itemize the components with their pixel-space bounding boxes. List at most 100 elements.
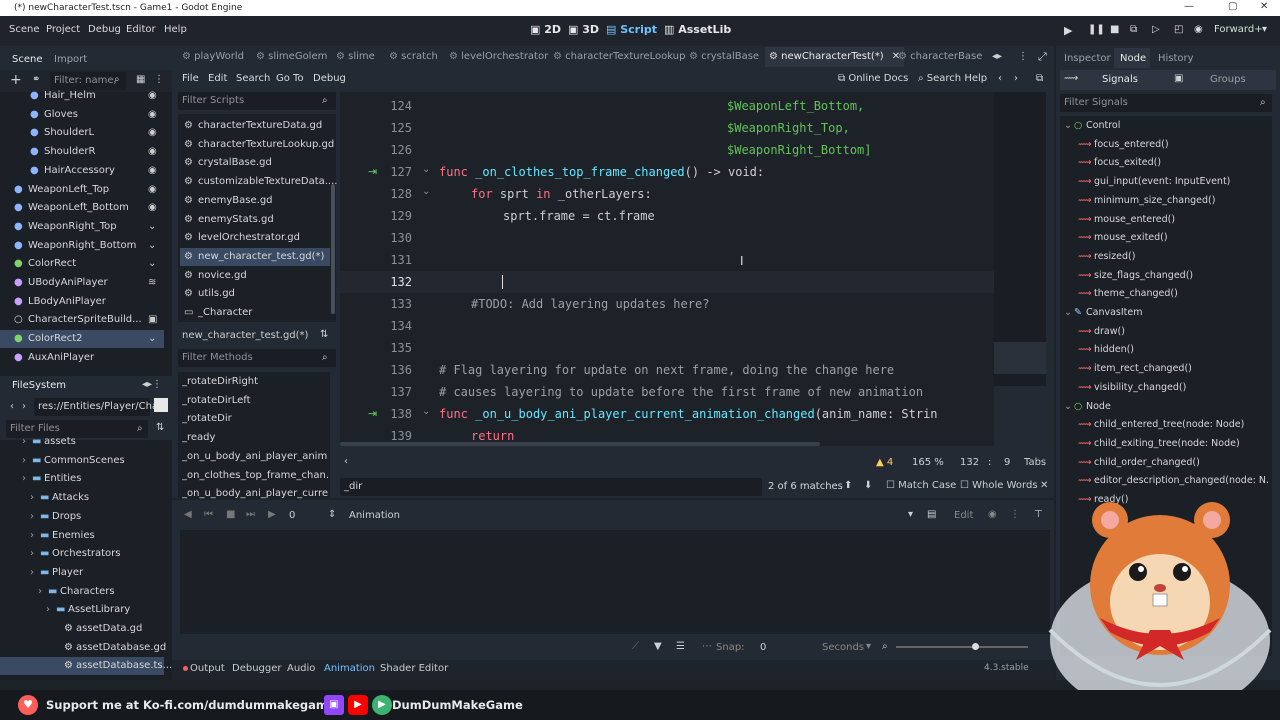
bezier-icon[interactable]: ⟋: [632, 641, 639, 652]
stop-animation-icon[interactable]: ■: [226, 509, 235, 520]
script-tab-characterbase[interactable]: ⚙ characterBase: [898, 47, 982, 67]
script-menu-debug[interactable]: Debug: [313, 73, 346, 84]
snap-icon[interactable]: ⋯: [702, 641, 712, 652]
signal-focus-exited[interactable]: ⟿ focus_exited(): [1062, 154, 1268, 172]
signal-visibility-changed[interactable]: ⟿ visibility_changed(): [1062, 379, 1268, 397]
warning-icon[interactable]: ▲ 4: [876, 457, 893, 468]
signal-minimum-size-changed[interactable]: ⟿ minimum_size_changed(): [1062, 192, 1268, 210]
dock-options-icon[interactable]: ◂▸⋮: [142, 379, 162, 390]
sort-icon[interactable]: ⇅: [156, 422, 164, 433]
tab-output[interactable]: Output: [190, 663, 225, 674]
script-item-customizabletexturedata[interactable]: ⚙ customizableTextureData....: [180, 173, 337, 191]
scene-node-characterspritebuild[interactable]: ○ CharacterSpriteBuild... ▣: [0, 311, 164, 329]
signal-group-control[interactable]: ⌄ ○ Control: [1062, 117, 1268, 135]
mode-assetlib[interactable]: ▥ AssetLib: [664, 23, 731, 36]
method-item[interactable]: _ready: [182, 429, 328, 447]
onion-options-icon[interactable]: ⋮: [1010, 509, 1020, 520]
scene-node-colorrect[interactable]: ● ColorRect ⌄: [0, 255, 164, 273]
animation-list-icon[interactable]: ▤: [927, 509, 936, 520]
find-previous-icon[interactable]: ⬆: [844, 480, 852, 491]
renderer-select[interactable]: Forward+: [1214, 24, 1263, 35]
signal-resized[interactable]: ⟿ resized(): [1062, 248, 1268, 266]
signal-editor-description-changed-node-n[interactable]: ⟿ editor_description_changed(node: N...: [1062, 472, 1268, 490]
play-icon[interactable]: ▶: [1064, 24, 1072, 37]
zoom-slider-handle[interactable]: [972, 643, 979, 650]
chevron-down-icon[interactable]: ⌄: [1064, 304, 1072, 322]
signal-item-rect-changed[interactable]: ⟿ item_rect_changed(): [1062, 360, 1268, 378]
sort-icon[interactable]: ⇅: [320, 329, 328, 340]
tab-debugger[interactable]: Debugger: [232, 663, 282, 674]
zoom-level[interactable]: 165 %: [912, 457, 944, 468]
folder-drops[interactable]: › ▬ Drops: [0, 508, 164, 526]
signal-mouse-entered[interactable]: ⟿ mouse_entered(): [1062, 211, 1268, 229]
search-help-button[interactable]: ⌕ Search Help: [918, 73, 987, 84]
chevron-right-icon[interactable]: ›: [46, 601, 50, 619]
signal-theme-changed[interactable]: ⟿ theme_changed(): [1062, 285, 1268, 303]
methods-filter-input[interactable]: Filter Methods ⌕: [178, 349, 336, 367]
scene-node-shoulderr[interactable]: ● ShoulderR ◉: [0, 143, 164, 161]
script-menu-goto[interactable]: Go To: [276, 73, 304, 84]
fold-chevron-icon[interactable]: ⌄: [422, 406, 430, 417]
code-minimap[interactable]: [994, 92, 1046, 386]
find-input[interactable]: _dir: [340, 478, 762, 496]
folder-characters[interactable]: › ▬ Characters: [0, 583, 164, 601]
chevron-down-icon[interactable]: ⌄: [1064, 398, 1072, 416]
script-item-new-character-test-gd[interactable]: ⚙ new_character_test.gd(*): [180, 247, 330, 266]
scene-node-hairaccessory[interactable]: ● HairAccessory ◉: [0, 162, 164, 180]
script-item-enemystats-gd[interactable]: ⚙ enemyStats.gd: [180, 211, 330, 229]
fold-chevron-icon[interactable]: ⌄: [422, 186, 430, 197]
tab-menu-icon[interactable]: ⋮: [1018, 51, 1028, 62]
chevron-down-icon[interactable]: ⌄: [148, 218, 156, 236]
chevron-right-icon[interactable]: ›: [30, 527, 34, 545]
movie-icon[interactable]: ◉: [1194, 24, 1203, 35]
online-docs-button[interactable]: ⧉ Online Docs: [838, 73, 908, 84]
script-menu-search[interactable]: Search: [236, 73, 270, 84]
onion-skin-icon[interactable]: ◉: [988, 509, 997, 520]
maximize-icon[interactable]: ▢: [1228, 1, 1237, 12]
signal-child-entered-tree-node-node[interactable]: ⟿ child_entered_tree(node: Node): [1062, 416, 1268, 434]
chevron-down-icon[interactable]: ≋: [148, 274, 156, 292]
tab-shader-editor[interactable]: Shader Editor: [380, 663, 448, 674]
script-tab-levelorchestrator[interactable]: ⚙ levelOrchestrator: [449, 47, 548, 67]
track-list-icon[interactable]: ☰: [676, 641, 685, 652]
tab-node[interactable]: Node: [1120, 49, 1146, 69]
signal-hidden[interactable]: ⟿ hidden(): [1062, 341, 1268, 359]
folder-orchestrators[interactable]: › ▬ Orchestrators: [0, 545, 164, 563]
signal-mouse-exited[interactable]: ⟿ mouse_exited(): [1062, 229, 1268, 247]
visibility-icon[interactable]: ◉: [148, 199, 157, 217]
script-item-charactertexturedata-gd[interactable]: ⚙ characterTextureData.gd: [180, 117, 330, 135]
signals-filter-input[interactable]: Filter Signals: [1060, 94, 1272, 112]
chevron-right-icon[interactable]: ›: [22, 433, 26, 451]
play-from-start-icon[interactable]: ⏭: [246, 509, 255, 520]
chevron-right-icon[interactable]: ›: [30, 564, 34, 582]
float-window-icon[interactable]: ⧉: [1036, 73, 1043, 84]
scene-node-weaponright-top[interactable]: ● WeaponRight_Top ⌄: [0, 218, 164, 236]
play-scene-icon[interactable]: ▷: [1152, 24, 1160, 35]
scripts-filter-input[interactable]: Filter Scripts ⌕: [178, 92, 336, 110]
scene-node-weaponleft-top[interactable]: ● WeaponLeft_Top ◉: [0, 181, 164, 199]
folder-attacks[interactable]: › ▬ Attacks: [0, 489, 164, 507]
scene-node-lbodyaniplayer[interactable]: ● LBodyAniPlayer: [0, 293, 164, 311]
script-item-novice-gd[interactable]: ⚙ novice.gd: [180, 267, 330, 285]
remote-debug-icon[interactable]: ⧉: [1130, 24, 1137, 35]
scene-node-gloves[interactable]: ● Gloves ◉: [0, 106, 164, 124]
match-case-checkbox[interactable]: ☐ Match Case: [886, 480, 956, 491]
menu-scene[interactable]: Scene: [9, 24, 40, 35]
script-tab-slime[interactable]: ⚙ slime: [336, 47, 375, 67]
file-assetdatabase-gd[interactable]: ⚙ assetDatabase.gd: [0, 639, 166, 657]
whole-words-checkbox[interactable]: ☐ Whole Words: [960, 480, 1038, 491]
history-forward-icon[interactable]: ›: [1014, 73, 1018, 84]
tab-scene[interactable]: Scene: [12, 50, 43, 70]
forward-icon[interactable]: ›: [22, 401, 26, 412]
snap-field[interactable]: 0: [760, 642, 766, 653]
file-assetdatabase-ts[interactable]: ⚙ assetDatabase.ts...: [0, 657, 172, 676]
script-tab-slimegolem[interactable]: ⚙ slimeGolem: [256, 47, 327, 67]
mode-2d[interactable]: ▣ 2D: [530, 23, 561, 36]
tab-inspector[interactable]: Inspector: [1064, 49, 1111, 69]
close-window-icon[interactable]: ✕: [1260, 1, 1268, 12]
signal-connection-icon[interactable]: ⇥: [368, 407, 377, 420]
menu-project[interactable]: Project: [46, 24, 80, 35]
scene-node-colorrect2[interactable]: ● ColorRect2 ⌄: [0, 330, 164, 349]
tab-import[interactable]: Import: [54, 50, 87, 70]
chevron-down-icon[interactable]: ▾: [908, 509, 913, 520]
